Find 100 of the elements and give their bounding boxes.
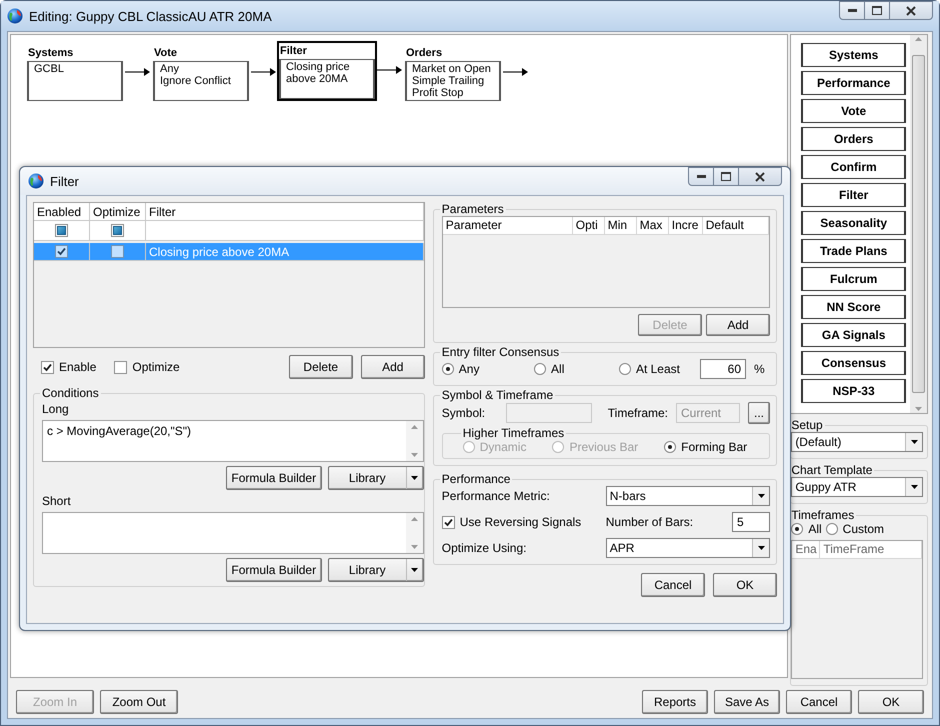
close-button[interactable]	[889, 1, 933, 20]
module-button[interactable]: Confirm	[801, 155, 906, 179]
dialog-button[interactable]: Cancel	[641, 573, 705, 597]
percent-field[interactable]: 60	[700, 359, 746, 379]
maximize-button[interactable]	[713, 167, 739, 186]
group-title: Chart Template	[790, 463, 874, 477]
column-header: TimeFrame	[820, 541, 922, 558]
stage-line: Market on Open	[412, 63, 492, 75]
toolbar-button[interactable]: Cancel	[786, 690, 852, 714]
checkbox-option[interactable]: Enable	[41, 360, 96, 374]
dropdown-arrow-icon	[910, 440, 918, 444]
flow-stage[interactable]: Systems GCBL	[25, 43, 125, 103]
radio-option[interactable]: Forming Bar	[664, 440, 748, 454]
browse-button[interactable]: ...	[748, 402, 770, 424]
checkbox[interactable]	[41, 360, 54, 374]
metric-dropdown[interactable]: N-bars	[606, 486, 770, 506]
module-button[interactable]: Filter	[801, 183, 906, 207]
module-button[interactable]: GA Signals	[801, 323, 906, 347]
scroll-down-icon[interactable]	[410, 453, 418, 457]
stage-line: Profit Stop	[412, 87, 464, 99]
column-header: Ena	[792, 541, 820, 558]
stage-line: Ignore Conflict	[160, 75, 232, 87]
dialog-title: Filter	[50, 174, 80, 188]
formula-builder-button[interactable]: Formula Builder	[226, 466, 322, 490]
library-button[interactable]: Library	[328, 466, 424, 490]
flow-stage[interactable]: Orders Market on Open Simple Trailing Profit Stop	[403, 43, 503, 103]
minimize-button[interactable]	[688, 167, 714, 186]
setup-dropdown[interactable]: (Default)	[791, 432, 923, 452]
formula-builder-button[interactable]: Formula Builder	[226, 558, 322, 582]
module-button[interactable]: Orders	[801, 127, 906, 151]
window-title: Editing: Guppy CBL ClassicAU ATR 20MA	[29, 8, 273, 24]
percent-unit: %	[754, 362, 766, 376]
column-header: Optimize	[90, 203, 146, 220]
flow-stage[interactable]: Filter Closing price above 20MA	[277, 41, 377, 101]
dialog-button[interactable]: OK	[713, 573, 777, 597]
column-header: Enabled	[34, 203, 90, 220]
module-button[interactable]: NN Score	[801, 295, 906, 319]
module-button[interactable]: Fulcrum	[801, 267, 906, 291]
radio-option[interactable]: Custom	[826, 522, 884, 536]
stage-line: Any	[160, 63, 180, 75]
scroll-down-icon[interactable]	[410, 545, 418, 549]
checkbox[interactable]	[55, 245, 68, 258]
checkbox[interactable]	[442, 516, 455, 528]
toolbar-button[interactable]: Zoom Out	[100, 690, 178, 714]
radio-option[interactable]: At Least	[618, 362, 680, 376]
close-icon	[755, 172, 765, 182]
list-button[interactable]: Add	[360, 355, 425, 379]
optimize-dropdown[interactable]: APR	[606, 538, 770, 558]
module-button[interactable]: Systems	[801, 43, 906, 67]
stage-line: Closing price	[286, 61, 351, 73]
field-label: Number of Bars:	[606, 515, 694, 529]
list-button[interactable]: Delete	[288, 355, 353, 379]
column-header: Max	[636, 217, 669, 234]
maximize-icon	[872, 6, 882, 15]
toolbar-button[interactable]: Reports	[642, 690, 708, 714]
radio-option[interactable]: All	[534, 362, 564, 376]
scroll-up-icon[interactable]	[410, 425, 418, 429]
select-all-checkbox[interactable]	[55, 224, 68, 237]
field-label: Timeframe:	[608, 406, 668, 420]
dropdown-arrow-icon	[411, 568, 418, 572]
field-label: Performance Metric:	[442, 489, 551, 503]
group-title: Conditions	[41, 386, 100, 400]
library-button[interactable]: Library	[328, 558, 424, 582]
group-title: Parameters	[440, 202, 505, 216]
module-button[interactable]: Consensus	[801, 351, 906, 375]
field-label: Optimize Using:	[442, 541, 528, 555]
bars-field[interactable]: 5	[732, 512, 770, 532]
condition-label: Short	[42, 494, 72, 508]
checkbox[interactable]	[111, 245, 124, 258]
module-button[interactable]: Trade Plans	[801, 239, 906, 263]
close-button[interactable]	[738, 167, 782, 186]
radio-option[interactable]: Any	[442, 362, 480, 376]
stage-line: Simple Trailing	[412, 75, 486, 87]
stage-title: Orders	[405, 46, 444, 61]
formula-field[interactable]: c > MovingAverage(20,"S")	[42, 420, 424, 462]
module-button[interactable]: Performance	[801, 71, 906, 95]
dropdown-arrow-icon	[758, 546, 764, 550]
maximize-icon	[721, 172, 731, 181]
dropdown-arrow-icon	[910, 485, 918, 489]
group-title: Higher Timeframes	[462, 426, 566, 440]
module-button[interactable]: Vote	[801, 99, 906, 123]
table-cell: Closing price above 20MA	[146, 243, 424, 260]
checkbox-option[interactable]: Use Reversing Signals	[442, 515, 598, 529]
module-button[interactable]: NSP-33	[801, 379, 906, 403]
flow-arrow	[125, 67, 151, 77]
parameter-button[interactable]: Add	[706, 314, 770, 336]
symbol-field[interactable]	[506, 403, 592, 423]
formula-field[interactable]	[42, 512, 424, 554]
toolbar-button[interactable]: Save As	[714, 690, 780, 714]
chart-template-dropdown[interactable]: Guppy ATR	[791, 477, 923, 497]
group-title: Timeframes	[790, 508, 856, 522]
scroll-up-icon[interactable]	[410, 517, 418, 521]
maximize-button[interactable]	[864, 1, 890, 20]
toolbar-button[interactable]: OK	[858, 690, 924, 714]
module-button[interactable]: Seasonality	[801, 211, 906, 235]
checkbox-option[interactable]: Optimize	[114, 360, 180, 374]
minimize-button[interactable]	[839, 1, 865, 20]
checkbox[interactable]	[114, 360, 128, 374]
select-all-checkbox[interactable]	[111, 224, 124, 237]
flow-stage[interactable]: Vote Any Ignore Conflict	[151, 43, 251, 103]
